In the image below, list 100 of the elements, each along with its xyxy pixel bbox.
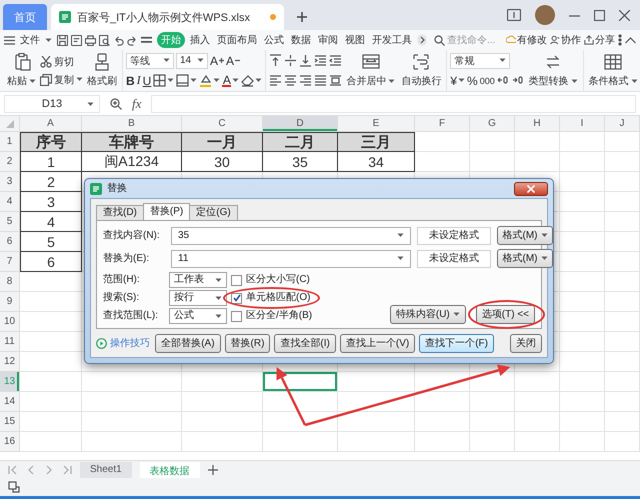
row-header[interactable]: 4 <box>0 192 20 212</box>
spreadsheet-icon[interactable] <box>59 11 71 23</box>
special-content-button[interactable]: 特殊内容(U) <box>390 305 466 324</box>
row-header[interactable]: 7 <box>0 252 20 272</box>
ribbon-tab[interactable]: 审阅 <box>316 32 340 48</box>
selected-cell[interactable] <box>263 372 338 392</box>
caret-icon[interactable] <box>213 78 220 83</box>
row-header[interactable]: 15 <box>0 412 20 432</box>
close-button[interactable] <box>514 182 548 196</box>
copy-button[interactable]: 复制 <box>40 72 83 86</box>
row-header[interactable]: 3 <box>0 172 20 192</box>
caret-icon[interactable] <box>397 256 404 261</box>
menu-icon[interactable] <box>4 36 15 44</box>
column-header[interactable]: H <box>515 116 560 132</box>
column-header[interactable]: G <box>470 116 515 132</box>
caret-icon[interactable] <box>499 58 506 63</box>
ribbon-tab[interactable]: 插入 <box>188 32 212 48</box>
dialog-button[interactable]: 全部替换(A) <box>155 334 221 353</box>
row-header[interactable]: 6 <box>0 232 20 252</box>
caret-icon[interactable] <box>458 78 466 83</box>
font-name-select[interactable]: 等线 <box>126 52 174 68</box>
dialog-tab[interactable]: 替换(P) <box>142 203 190 220</box>
collapse-icon[interactable] <box>625 36 636 44</box>
caret-icon[interactable] <box>167 78 174 83</box>
caret-icon[interactable] <box>29 78 36 84</box>
dropdown[interactable]: 公式 <box>169 308 227 324</box>
format-painter-button[interactable]: 格式刷 <box>85 53 119 88</box>
caret-icon[interactable] <box>76 77 83 82</box>
print-icon[interactable] <box>85 34 96 46</box>
more-tabs-icon[interactable] <box>417 34 427 46</box>
dropdown[interactable]: 工作表 <box>169 272 227 288</box>
row-header[interactable]: 5 <box>0 212 20 232</box>
font-color-button[interactable]: A <box>222 72 240 88</box>
file-tab[interactable]: 百家号_IT小人物示例文件WPS.xlsx <box>51 4 284 30</box>
align-center-button[interactable] <box>284 72 298 88</box>
conditional-format-button[interactable]: 条件格式 <box>586 53 640 88</box>
window-icon[interactable] <box>507 9 521 21</box>
align-middle-button[interactable] <box>284 52 298 68</box>
ribbon-tab[interactable]: 公式 <box>262 32 286 48</box>
distribute-button[interactable] <box>329 72 342 88</box>
row-header[interactable]: 11 <box>0 332 20 352</box>
thousands-button[interactable]: 000 <box>480 72 495 88</box>
percent-button[interactable]: % <box>467 72 478 88</box>
caret-icon[interactable] <box>232 78 240 83</box>
format-button[interactable]: 格式(M) <box>497 226 553 245</box>
export-icon[interactable] <box>71 34 82 46</box>
dialog-button[interactable]: 关闭 <box>510 334 542 353</box>
tips-link[interactable]: 操作技巧 <box>96 338 150 350</box>
underline-button[interactable]: U <box>142 72 152 88</box>
caret-icon[interactable] <box>215 278 222 282</box>
column-header[interactable]: C <box>182 116 263 132</box>
currency-button[interactable]: ¥ <box>450 72 466 88</box>
ribbon-tab[interactable]: 数据 <box>289 32 313 48</box>
convert-type-button[interactable]: 类型转换 <box>526 53 580 88</box>
ribbon-tab[interactable]: 页面布局 <box>215 32 259 48</box>
caret-icon[interactable] <box>570 78 578 84</box>
format-status[interactable]: 未设定格式 <box>417 226 491 244</box>
caret-icon[interactable] <box>215 296 222 300</box>
sheet-tab[interactable]: Sheet1 <box>80 462 132 478</box>
row-header[interactable]: 10 <box>0 312 20 332</box>
column-header[interactable]: B <box>82 116 182 132</box>
name-box[interactable]: D13 <box>4 94 100 112</box>
column-header[interactable]: E <box>338 116 415 132</box>
close-icon[interactable] <box>619 10 630 20</box>
search-field[interactable]: 查找命令... <box>434 34 497 46</box>
column-header[interactable]: F <box>415 116 470 132</box>
print-preview-icon[interactable] <box>99 34 110 46</box>
italic-button[interactable]: I <box>136 72 141 88</box>
row-header[interactable]: 12 <box>0 352 20 372</box>
column-header[interactable]: A <box>20 116 82 132</box>
paste-button[interactable]: 粘贴 <box>5 53 38 88</box>
caret-icon[interactable] <box>255 78 262 83</box>
add-sheet-icon[interactable] <box>208 464 218 474</box>
dialog-button[interactable]: 查找上一个(V) <box>340 334 416 353</box>
redo-icon[interactable] <box>127 34 138 46</box>
row-header[interactable]: 1 <box>0 132 20 152</box>
shrink-font-button[interactable]: A <box>226 52 240 68</box>
combo-field[interactable]: 35 <box>171 226 411 244</box>
file-menu[interactable]: 文件 <box>18 32 42 48</box>
save-icon[interactable] <box>57 34 68 46</box>
dialog-tab[interactable]: 定位(G) <box>189 205 238 220</box>
checkbox[interactable] <box>231 292 242 304</box>
function-label[interactable]: fx <box>132 96 142 112</box>
caret-icon[interactable] <box>388 78 396 84</box>
justify-button[interactable] <box>314 72 328 88</box>
dropdown[interactable]: 按行 <box>169 290 227 306</box>
toolbar-button[interactable]: 有修改 <box>506 33 547 47</box>
format-button[interactable]: 格式(M) <box>497 249 553 268</box>
zoom-icon[interactable] <box>110 98 122 110</box>
checkbox-label[interactable]: 区分大小写(C) <box>246 274 310 286</box>
row-header[interactable]: 9 <box>0 292 20 312</box>
number-format-select[interactable]: 常规 <box>450 52 510 68</box>
dialog-tab[interactable]: 查找(D) <box>96 205 144 220</box>
row-header[interactable]: 8 <box>0 272 20 292</box>
caret-icon[interactable] <box>163 58 170 63</box>
merge-button[interactable]: 合并居中 <box>344 53 398 88</box>
caret-icon[interactable] <box>397 233 404 238</box>
new-tab-icon[interactable] <box>296 11 308 23</box>
caret-icon[interactable] <box>197 58 204 63</box>
sheet-tab[interactable]: 表格数据 <box>140 462 200 478</box>
